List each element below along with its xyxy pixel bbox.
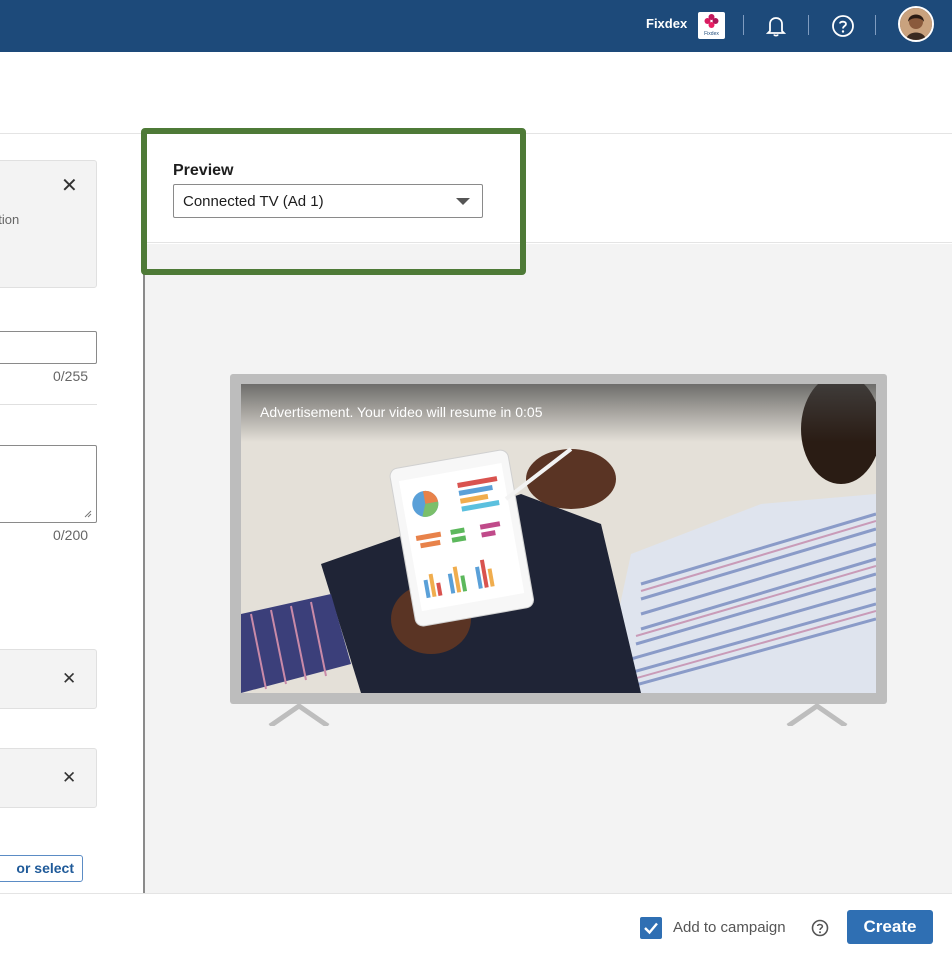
media-card [0,649,97,709]
top-nav-bar: Fixdex Fixdex [0,0,952,52]
ad-countdown-text: Advertisement. Your video will resume in… [260,404,543,420]
brand-name[interactable]: Fixdex [646,16,687,31]
tv-stand-leg [268,704,330,726]
video-ad-preview[interactable]: Advertisement. Your video will resume in… [241,384,876,693]
highlight-annotation [141,128,526,275]
checkmark-icon [644,922,658,935]
description-textarea[interactable] [0,445,97,523]
resize-handle-icon[interactable] [84,510,92,518]
nav-separator [743,15,744,35]
headline-counter: 0/255 [53,368,89,384]
media-card [0,748,97,808]
remove-media-icon[interactable]: ✕ [62,669,76,689]
help-icon[interactable] [830,12,856,40]
brand-logo[interactable]: Fixdex [698,12,725,39]
user-avatar[interactable] [898,6,934,42]
nav-separator [808,15,809,35]
notice-text: ation d [0,212,20,227]
upload-or-select-button[interactable]: or select [0,855,83,882]
help-icon[interactable] [810,918,830,938]
bell-icon[interactable] [763,12,789,40]
ad-overlay: Advertisement. Your video will resume in… [241,384,876,442]
field-divider [0,404,97,405]
nav-separator [875,15,876,35]
create-button[interactable]: Create [847,910,933,944]
headline-input[interactable] [0,331,97,364]
tv-stand-leg [786,704,848,726]
remove-media-icon[interactable]: ✕ [62,768,76,788]
brand-logo-caption: Fixdex [704,31,719,37]
notice-card: ation d [0,160,97,288]
add-to-campaign-label[interactable]: Add to campaign [673,919,786,936]
close-notice-icon[interactable]: ✕ [61,176,78,196]
add-to-campaign-checkbox[interactable] [640,917,662,939]
description-counter: 0/200 [53,527,89,543]
flower-logo-icon [704,14,719,28]
